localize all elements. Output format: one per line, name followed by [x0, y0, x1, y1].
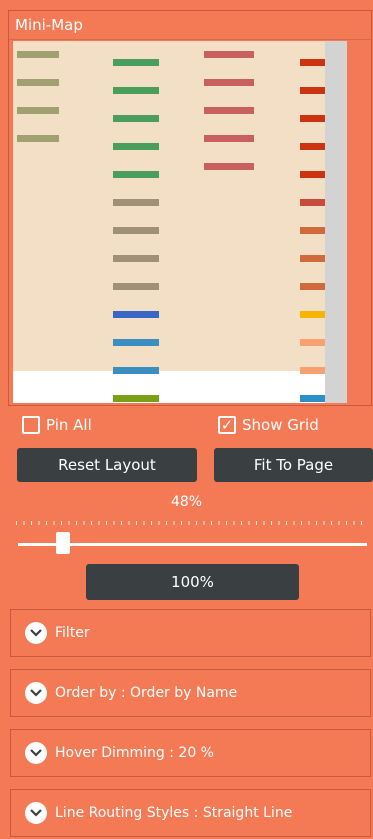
minimap-node — [17, 135, 59, 142]
accordion-filter[interactable]: Filter — [10, 609, 371, 657]
chevron-down-icon — [25, 742, 47, 764]
pin-all-label: Pin All — [46, 416, 92, 434]
minimap-node — [113, 311, 159, 318]
minimap-node — [113, 115, 159, 122]
pin-all-checkbox[interactable] — [22, 416, 40, 434]
minimap-scrollbar[interactable] — [325, 41, 347, 403]
minimap-node — [113, 367, 159, 374]
minimap-node — [113, 171, 159, 178]
minimap-node — [204, 135, 254, 142]
fit-to-page-button[interactable]: Fit To Page — [214, 448, 373, 482]
minimap-node — [113, 87, 159, 94]
chevron-down-icon — [25, 682, 47, 704]
minimap-node — [17, 51, 59, 58]
reset-layout-button[interactable]: Reset Layout — [17, 448, 197, 482]
reset-zoom-button[interactable]: 100% — [86, 564, 299, 600]
accordion-hover-dimming[interactable]: Hover Dimming : 20 % — [10, 729, 371, 777]
accordion-hover-dimming-label: Hover Dimming : 20 % — [55, 745, 214, 761]
accordion-order-by[interactable]: Order by : Order by Name — [10, 669, 371, 717]
minimap-node — [17, 79, 59, 86]
zoom-slider-track[interactable] — [18, 543, 367, 546]
chevron-down-icon — [25, 802, 47, 824]
zoom-slider-ticks — [16, 521, 366, 525]
accordion-line-routing-label: Line Routing Styles : Straight Line — [55, 805, 293, 821]
minimap-node — [204, 107, 254, 114]
minimap-node — [113, 199, 159, 206]
accordion-order-by-label: Order by : Order by Name — [55, 685, 238, 701]
minimap-node — [204, 51, 254, 58]
minimap-node — [113, 395, 159, 402]
minimap-panel: Mini-Map — [8, 10, 372, 406]
minimap-node — [113, 143, 159, 150]
minimap-node — [113, 255, 159, 262]
pin-all-toggle[interactable]: Pin All — [22, 416, 92, 434]
minimap-node — [204, 163, 254, 170]
check-icon: ✓ — [220, 416, 234, 434]
show-grid-checkbox[interactable]: ✓ — [218, 416, 236, 434]
show-grid-label: Show Grid — [242, 416, 319, 434]
accordion-line-routing[interactable]: Line Routing Styles : Straight Line — [10, 789, 371, 837]
minimap-title: Mini-Map — [9, 11, 371, 40]
minimap-node — [204, 79, 254, 86]
minimap-node — [113, 339, 159, 346]
accordion-filter-label: Filter — [55, 625, 90, 641]
chevron-down-icon — [25, 622, 47, 644]
minimap-node — [17, 107, 59, 114]
show-grid-toggle[interactable]: ✓ Show Grid — [218, 416, 319, 434]
minimap-viewport-strip — [13, 371, 347, 403]
zoom-slider-thumb[interactable] — [56, 532, 70, 554]
minimap-canvas[interactable] — [13, 41, 347, 403]
zoom-percent-label: 48% — [170, 494, 203, 510]
minimap-node — [113, 59, 159, 66]
minimap-node — [113, 283, 159, 290]
minimap-node — [113, 227, 159, 234]
